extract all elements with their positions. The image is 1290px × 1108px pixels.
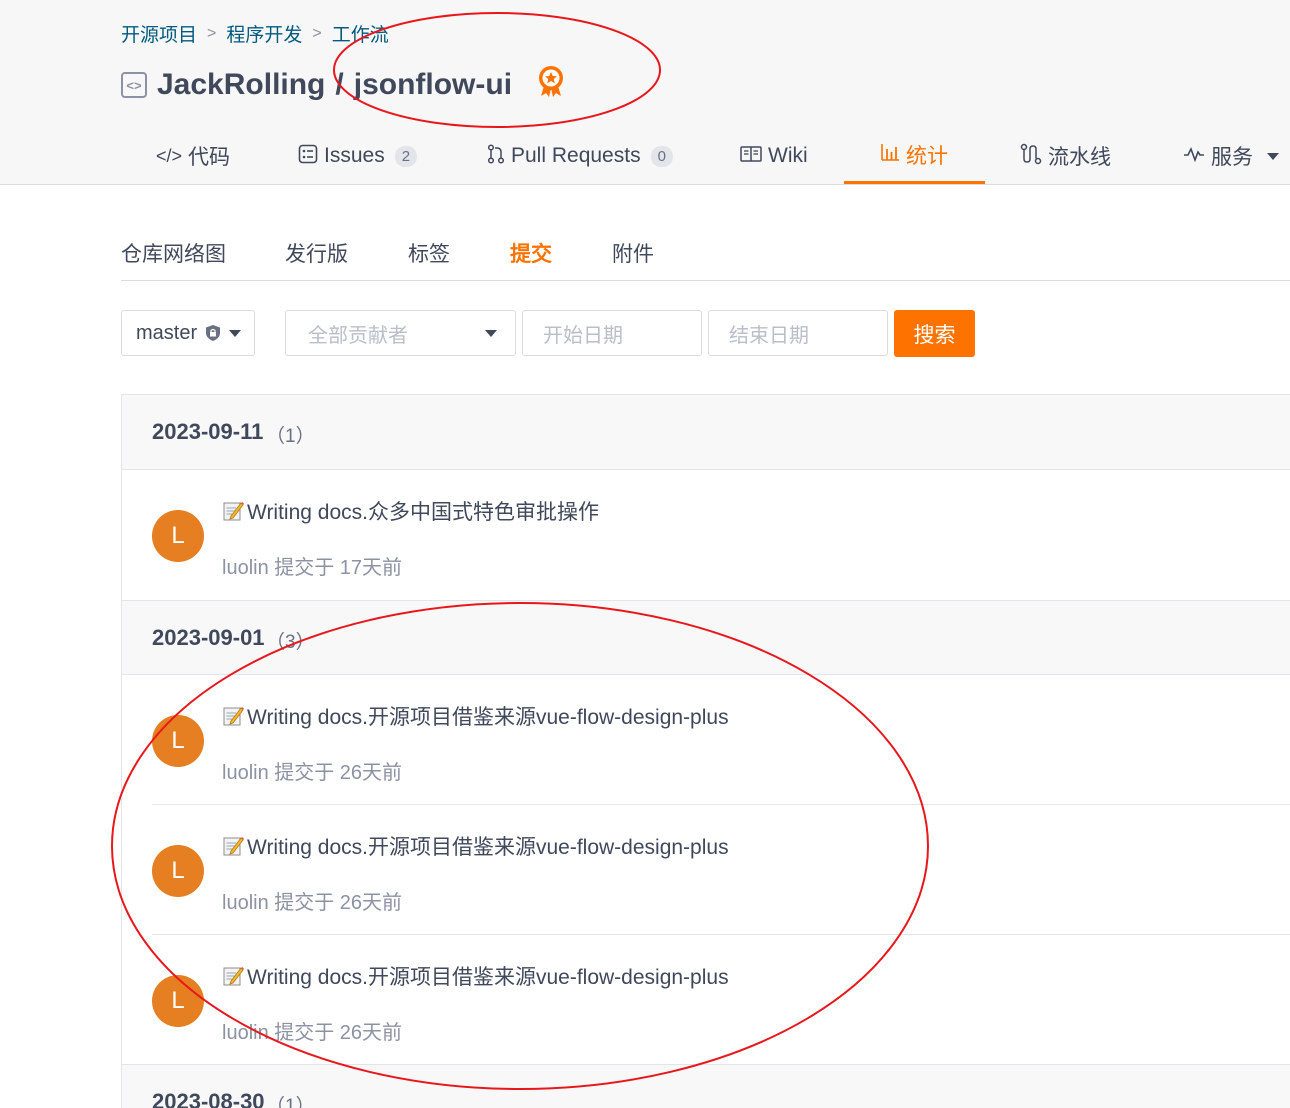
commit-message[interactable]: Writing docs.开源项目借鉴来源vue-flow-design-plu… xyxy=(222,961,729,991)
tab-statistics[interactable]: 统计 xyxy=(844,128,985,184)
tab-label: Pull Requests xyxy=(511,144,641,167)
chevron-down-icon xyxy=(229,329,242,337)
commit-meta: luolin 提交于 26天前 xyxy=(222,892,403,914)
repo-name[interactable]: jsonflow-ui xyxy=(354,68,512,102)
tab-code[interactable]: </> 代码 xyxy=(156,128,230,184)
chevron-down-icon xyxy=(1267,152,1279,160)
tab-label: 代码 xyxy=(188,146,231,169)
commit-message[interactable]: Writing docs.开源项目借鉴来源vue-flow-design-plu… xyxy=(222,831,729,861)
commit-meta: luolin 提交于 26天前 xyxy=(222,1022,403,1044)
tab-label: 统计 xyxy=(906,144,948,168)
commit-list: 2023-09-11 （1） L Writing docs.众多中国式特色审批操… xyxy=(121,394,1290,1108)
tab-label: Issues xyxy=(324,144,385,167)
subnav-network[interactable]: 仓库网络图 xyxy=(121,238,226,268)
pr-count-badge: 0 xyxy=(650,145,673,167)
start-date-input[interactable]: 开始日期 xyxy=(522,310,702,356)
shield-lock-icon xyxy=(205,324,221,342)
commit-meta: luolin 提交于 17天前 xyxy=(222,557,403,579)
date-group-header: 2023-09-11 （1） xyxy=(122,395,1290,470)
commit-item[interactable]: L Writing docs.众多中国式特色审批操作 luolin 提交于 17… xyxy=(122,470,1290,600)
start-date-placeholder: 开始日期 xyxy=(543,324,623,347)
issues-count-badge: 2 xyxy=(394,145,418,167)
issues-icon xyxy=(298,144,318,169)
avatar[interactable]: L xyxy=(152,715,204,767)
commit-message-text: Writing docs.开源项目借鉴来源vue-flow-design-plu… xyxy=(247,966,729,989)
memo-icon xyxy=(222,965,244,987)
subnav-releases[interactable]: 发行版 xyxy=(285,238,348,268)
group-count: （1） xyxy=(266,1096,315,1108)
commit-subnav: 仓库网络图 发行版 标签 提交 附件 xyxy=(121,228,1290,281)
commit-message-text: Writing docs.众多中国式特色审批操作 xyxy=(247,501,599,524)
subnav-commits[interactable]: 提交 xyxy=(510,238,552,268)
date-group-header: 2023-09-01 （3） xyxy=(122,600,1290,675)
tab-issues[interactable]: Issues 2 xyxy=(298,128,418,184)
breadcrumb-item-workflow[interactable]: 工作流 xyxy=(332,20,389,47)
subnav-tags[interactable]: 标签 xyxy=(408,238,450,268)
memo-icon xyxy=(222,500,244,522)
repo-slash: / xyxy=(335,68,344,101)
breadcrumb-item-dev[interactable]: 程序开发 xyxy=(226,20,302,47)
medal-icon xyxy=(536,64,566,106)
code-repo-icon: <> xyxy=(121,72,147,98)
repo-title: <> JackRolling / jsonflow-ui xyxy=(121,64,566,106)
tab-label: 服务 xyxy=(1211,146,1253,169)
branch-value: master xyxy=(136,321,198,344)
group-date: 2023-09-01 xyxy=(152,625,265,650)
tab-services[interactable]: 服务 xyxy=(1183,128,1279,184)
repo-tabs: </> 代码 Issues 2 Pull Requests 0 Wiki 统计 … xyxy=(0,128,1290,184)
contributor-select[interactable]: 全部贡献者 xyxy=(285,310,516,356)
commit-message[interactable]: Writing docs.众多中国式特色审批操作 xyxy=(222,496,599,526)
breadcrumb: 开源项目 > 程序开发 > 工作流 xyxy=(121,20,389,47)
tab-pull-requests[interactable]: Pull Requests 0 xyxy=(487,128,673,184)
repo-owner[interactable]: JackRolling xyxy=(157,68,325,102)
commit-item[interactable]: L Writing docs.开源项目借鉴来源vue-flow-design-p… xyxy=(122,805,1290,935)
end-date-placeholder: 结束日期 xyxy=(729,324,809,347)
group-count: （1） xyxy=(266,426,315,447)
pulse-icon xyxy=(1183,146,1205,167)
contributor-placeholder: 全部贡献者 xyxy=(308,324,408,347)
avatar[interactable]: L xyxy=(152,510,204,562)
pull-request-icon xyxy=(487,143,505,169)
avatar[interactable]: L xyxy=(152,845,204,897)
bar-chart-icon xyxy=(880,142,900,167)
code-icon: </> xyxy=(156,145,183,166)
avatar[interactable]: L xyxy=(152,975,204,1027)
memo-icon xyxy=(222,835,244,857)
book-icon xyxy=(740,145,762,168)
tab-label: Wiki xyxy=(768,144,808,167)
commit-meta: luolin 提交于 26天前 xyxy=(222,762,403,784)
end-date-input[interactable]: 结束日期 xyxy=(708,310,888,356)
breadcrumb-separator: > xyxy=(207,24,217,42)
commit-message-text: Writing docs.开源项目借鉴来源vue-flow-design-plu… xyxy=(247,836,729,859)
branch-select[interactable]: master xyxy=(121,310,255,356)
commit-message[interactable]: Writing docs.开源项目借鉴来源vue-flow-design-plu… xyxy=(222,701,729,731)
date-group-header: 2023-08-30 （1） xyxy=(122,1064,1290,1108)
tab-wiki[interactable]: Wiki xyxy=(740,128,808,184)
commit-item[interactable]: L Writing docs.开源项目借鉴来源vue-flow-design-p… xyxy=(122,675,1290,805)
subnav-attachments[interactable]: 附件 xyxy=(612,238,654,268)
group-date: 2023-09-11 xyxy=(152,419,264,444)
group-count: （3） xyxy=(266,632,315,653)
chevron-down-icon xyxy=(485,329,497,337)
tab-pipeline[interactable]: 流水线 xyxy=(1020,128,1111,184)
pipeline-icon xyxy=(1020,143,1042,170)
commit-item[interactable]: L Writing docs.开源项目借鉴来源vue-flow-design-p… xyxy=(122,935,1290,1065)
group-date: 2023-08-30 xyxy=(152,1089,265,1108)
breadcrumb-separator: > xyxy=(312,24,322,42)
breadcrumb-item-open-source[interactable]: 开源项目 xyxy=(121,20,197,47)
search-button[interactable]: 搜索 xyxy=(894,310,975,357)
tab-label: 流水线 xyxy=(1048,146,1111,169)
memo-icon xyxy=(222,705,244,727)
commit-message-text: Writing docs.开源项目借鉴来源vue-flow-design-plu… xyxy=(247,706,729,729)
